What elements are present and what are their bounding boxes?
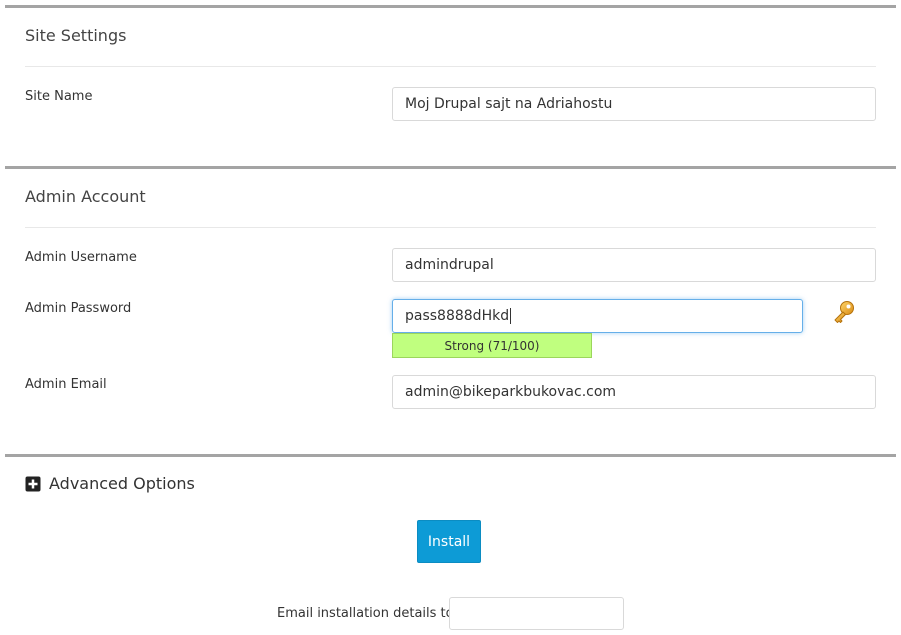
email-installation-details-input[interactable]	[449, 597, 624, 630]
section-divider-bar	[5, 166, 896, 169]
admin-username-input[interactable]	[392, 248, 876, 282]
advanced-options-toggle[interactable]: Advanced Options	[25, 474, 195, 494]
install-button[interactable]: Install	[417, 520, 481, 563]
admin-password-input[interactable]: pass8888dHkd	[392, 299, 803, 333]
section-divider-bar	[5, 5, 896, 8]
advanced-options-label: Advanced Options	[49, 474, 195, 493]
section-divider	[25, 227, 876, 228]
password-strength-meter: Strong (71/100)	[392, 333, 592, 358]
key-icon[interactable]	[830, 298, 858, 326]
admin-email-label: Admin Email	[25, 377, 107, 392]
section-divider-bar	[5, 454, 896, 457]
admin-password-label: Admin Password	[25, 301, 132, 316]
admin-email-input[interactable]	[392, 375, 876, 409]
text-caret	[510, 308, 512, 324]
admin-username-label: Admin Username	[25, 250, 137, 265]
site-name-input[interactable]	[392, 87, 876, 121]
plus-square-icon	[25, 476, 41, 492]
admin-password-value: pass8888dHkd	[405, 308, 510, 324]
admin-account-title: Admin Account	[25, 187, 146, 206]
site-name-label: Site Name	[25, 89, 93, 104]
section-divider	[25, 66, 876, 67]
email-installation-details-label: Email installation details to :	[277, 606, 463, 621]
site-settings-title: Site Settings	[25, 26, 127, 45]
